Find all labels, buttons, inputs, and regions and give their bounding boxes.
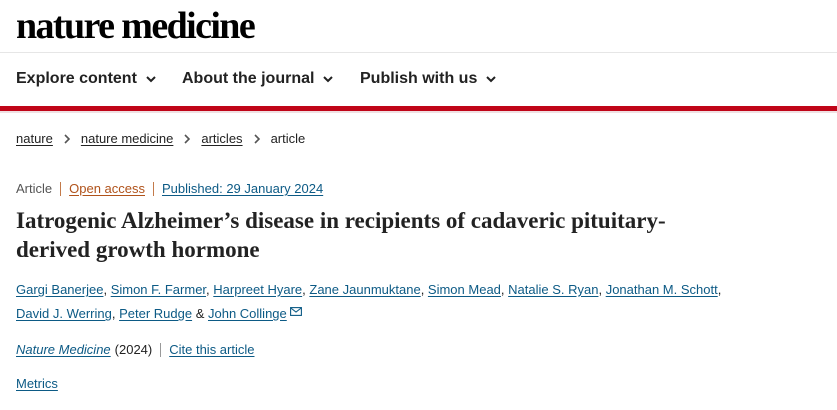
open-access-link[interactable]: Open access: [69, 181, 145, 196]
nav-about-the-journal[interactable]: About the journal: [182, 70, 334, 88]
article-title: Iatrogenic Alzheimer’s disease in recipi…: [16, 208, 666, 262]
article-meta: Article Open access Published: 29 Januar…: [16, 181, 323, 196]
author-separator: ,: [598, 282, 606, 297]
author-separator: ,: [717, 282, 722, 297]
author-link[interactable]: Peter Rudge: [119, 306, 192, 321]
author-separator: ,: [103, 282, 111, 297]
publication-year: (2024): [114, 342, 153, 357]
nav-item-label: About the journal: [182, 70, 315, 87]
brand-bar: nature medicine: [0, 0, 837, 53]
chevron-right-icon: [253, 133, 260, 144]
nav-item-label: Explore content: [16, 70, 137, 87]
nav-publish-with-us[interactable]: Publish with us: [360, 70, 497, 88]
cite-this-article-link[interactable]: Cite this article: [169, 342, 254, 357]
breadcrumb-nature-medicine[interactable]: nature medicine: [81, 131, 174, 146]
article-type: Article: [16, 181, 53, 196]
author-link[interactable]: Natalie S. Ryan: [508, 282, 598, 297]
journal-logo[interactable]: nature medicine: [16, 4, 256, 48]
author-link[interactable]: Harpreet Hyare: [213, 282, 302, 297]
meta-divider: [153, 181, 154, 196]
breadcrumb-nature[interactable]: nature: [16, 131, 53, 146]
metrics-link[interactable]: Metrics: [16, 376, 58, 391]
chevron-down-icon: [146, 76, 156, 83]
author-list: Gargi Banerjee, Simon F. Farmer, Harpree…: [16, 278, 746, 326]
author-separator: &: [192, 306, 208, 321]
published-date-link[interactable]: Published: 29 January 2024: [162, 181, 323, 196]
chevron-right-icon: [64, 133, 71, 144]
chevron-right-icon: [184, 133, 191, 144]
author-link[interactable]: Jonathan M. Schott: [606, 282, 718, 297]
meta-divider: [60, 181, 62, 196]
author-link[interactable]: Zane Jaunmuktane: [309, 282, 420, 297]
author-separator: ,: [420, 282, 428, 297]
author-link[interactable]: David J. Werring: [16, 306, 112, 321]
breadcrumb-current: article: [270, 131, 306, 146]
author-separator: ,: [111, 306, 120, 321]
author-link[interactable]: Gargi Banerjee: [16, 282, 103, 297]
envelope-icon[interactable]: [289, 307, 302, 316]
journal-name-link[interactable]: Nature Medicine: [16, 342, 111, 357]
author-link[interactable]: John Collinge: [208, 306, 287, 321]
journal-citation-line: Nature Medicine (2024) Cite this article: [16, 342, 254, 357]
nav-item-label: Publish with us: [360, 70, 478, 87]
author-link[interactable]: Simon Mead: [428, 282, 501, 297]
nav-accent-rule-shadow: [0, 111, 837, 113]
breadcrumb: nature nature medicine articles article: [16, 131, 305, 146]
nav-explore-content[interactable]: Explore content: [16, 70, 157, 88]
author-link[interactable]: Simon F. Farmer: [111, 282, 206, 297]
chevron-down-icon: [486, 76, 497, 83]
main-nav: Explore content About the journal Publis…: [0, 53, 837, 106]
breadcrumb-articles[interactable]: articles: [201, 131, 242, 146]
chevron-down-icon: [323, 76, 334, 83]
citation-divider: [160, 342, 162, 357]
